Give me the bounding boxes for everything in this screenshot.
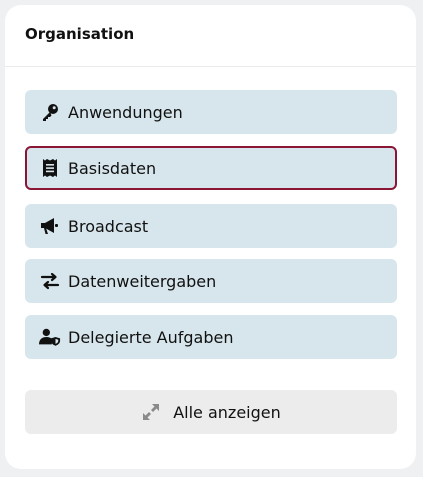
basisdaten-button[interactable]: Basisdaten: [25, 146, 397, 190]
receipt-icon: [39, 157, 61, 179]
anwendungen-label: Anwendungen: [68, 102, 183, 122]
user-shield-icon: [39, 326, 61, 348]
delegierte-aufgaben-button[interactable]: Delegierte Aufgaben: [25, 315, 397, 359]
megaphone-icon: [39, 215, 61, 237]
show-all-button[interactable]: Alle anzeigen: [25, 390, 397, 434]
broadcast-button[interactable]: Broadcast: [25, 204, 397, 248]
show-all-label: Alle anzeigen: [173, 402, 281, 422]
anwendungen-button[interactable]: Anwendungen: [25, 90, 397, 134]
basisdaten-label: Basisdaten: [68, 158, 157, 178]
key-icon: [39, 101, 61, 123]
card-title: Organisation: [25, 24, 135, 43]
datenweitergaben-label: Datenweitergaben: [68, 271, 217, 291]
broadcast-label: Broadcast: [68, 216, 149, 236]
card-header: Organisation: [5, 5, 416, 67]
arrows-exchange-icon: [39, 270, 61, 292]
organisation-card: Organisation Anwendungen Basisdaten Broa…: [5, 5, 416, 469]
datenweitergaben-button[interactable]: Datenweitergaben: [25, 259, 397, 303]
expand-icon: [141, 402, 161, 422]
delegierte-aufgaben-label: Delegierte Aufgaben: [68, 327, 234, 347]
